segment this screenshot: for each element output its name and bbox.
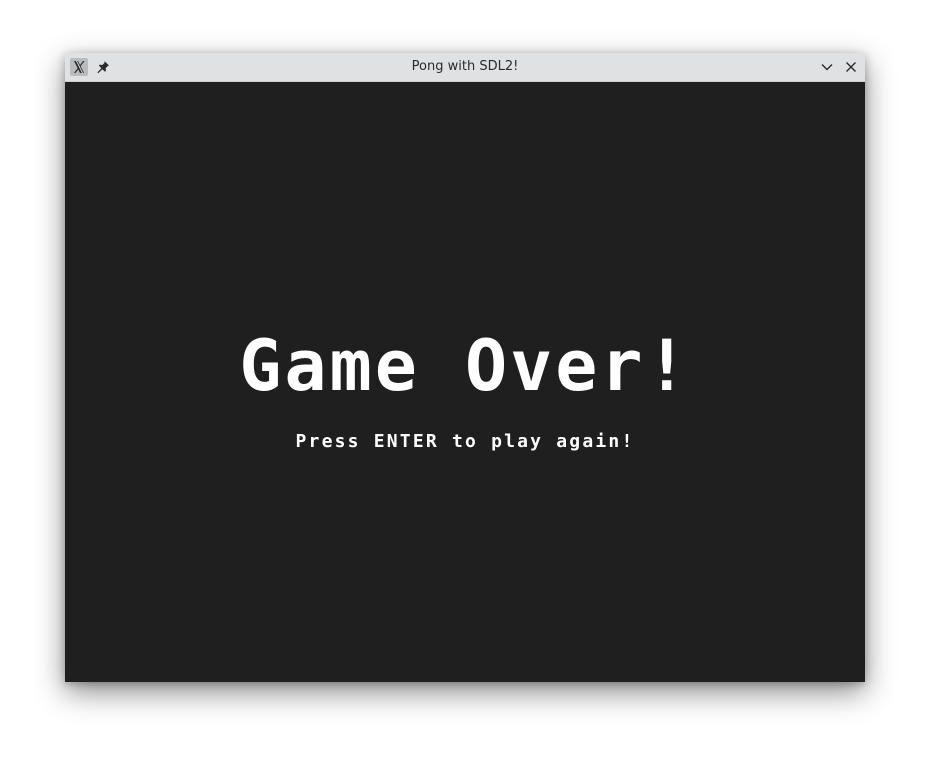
game-canvas[interactable]: Game Over! Press ENTER to play again! — [65, 82, 865, 682]
close-button[interactable] — [843, 59, 859, 75]
chevron-down-icon — [819, 59, 835, 75]
game-window: Pong with SDL2! Game Over! Press ENTER t… — [65, 53, 865, 682]
title-bar[interactable]: Pong with SDL2! — [65, 53, 865, 82]
game-over-text: Game Over! — [239, 325, 691, 407]
window-title: Pong with SDL2! — [411, 59, 519, 74]
close-icon — [843, 59, 859, 75]
minimize-button[interactable] — [819, 59, 835, 75]
play-again-prompt: Press ENTER to play again! — [295, 431, 635, 452]
